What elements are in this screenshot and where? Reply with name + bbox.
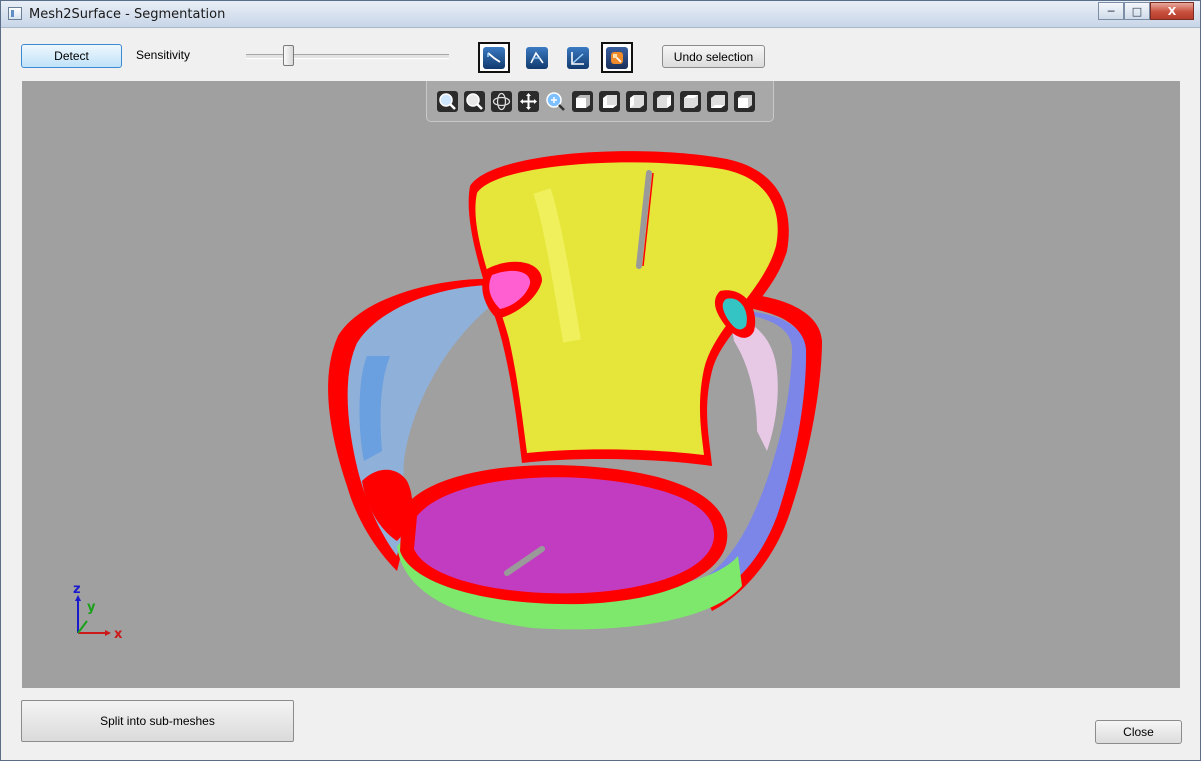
zoom-icon	[545, 90, 566, 112]
view-iso-button[interactable]	[732, 89, 757, 114]
view-top-icon	[680, 90, 701, 112]
select-edge-icon	[526, 46, 548, 69]
mesh-model	[328, 151, 822, 630]
zoom-window-icon	[464, 90, 485, 112]
segmentation-window: Mesh2Surface - Segmentation ─ □ X Detect…	[0, 0, 1201, 761]
zoom-window-button[interactable]	[462, 89, 487, 114]
sensitivity-slider-track[interactable]	[246, 54, 449, 59]
view-front-icon	[572, 90, 593, 112]
fill-region-button[interactable]	[601, 42, 633, 73]
pan-button[interactable]	[516, 89, 541, 114]
select-region-button[interactable]	[478, 42, 510, 73]
view-left-icon	[626, 90, 647, 112]
window-title: Mesh2Surface - Segmentation	[29, 7, 226, 22]
view-back-button[interactable]	[597, 89, 622, 114]
app-icon	[8, 7, 22, 20]
view-bottom-icon	[707, 90, 728, 112]
zoom-button[interactable]	[543, 89, 568, 114]
split-into-submeshes-button[interactable]: Split into sub-meshes	[21, 700, 294, 742]
select-edge-button[interactable]	[521, 42, 553, 73]
view-toolbar	[426, 81, 774, 122]
maximize-button[interactable]: □	[1124, 2, 1150, 20]
view-left-button[interactable]	[624, 89, 649, 114]
select-angle-icon	[567, 46, 589, 69]
view-bottom-button[interactable]	[705, 89, 730, 114]
view-back-icon	[599, 90, 620, 112]
window-controls: ─ □ X	[1098, 2, 1194, 21]
fill-region-icon	[606, 46, 628, 69]
view-iso-icon	[734, 90, 755, 112]
sensitivity-slider-thumb[interactable]	[283, 45, 294, 66]
rotate-icon	[491, 90, 512, 112]
title-bar[interactable]: Mesh2Surface - Segmentation ─ □ X	[1, 1, 1200, 28]
close-window-button[interactable]: X	[1150, 2, 1194, 20]
view-right-button[interactable]	[651, 89, 676, 114]
select-region-icon	[483, 46, 505, 69]
axis-triad: z y x	[71, 582, 131, 645]
sensitivity-label: Sensitivity	[136, 48, 191, 62]
view-top-button[interactable]	[678, 89, 703, 114]
rotate-button[interactable]	[489, 89, 514, 114]
detect-button[interactable]: Detect	[21, 44, 122, 68]
select-angle-button[interactable]	[562, 42, 594, 73]
zoom-fit-icon	[437, 90, 458, 112]
axis-x-label: x	[114, 627, 123, 642]
axis-y-label: y	[87, 600, 96, 615]
undo-selection-button[interactable]: Undo selection	[662, 45, 765, 68]
pan-icon	[518, 90, 539, 112]
zoom-fit-button[interactable]	[435, 89, 460, 114]
axis-z-label: z	[73, 582, 81, 597]
view-front-button[interactable]	[570, 89, 595, 114]
close-button[interactable]: Close	[1095, 720, 1182, 744]
3d-viewport[interactable]: z y x	[22, 81, 1180, 688]
view-right-icon	[653, 90, 674, 112]
minimize-button[interactable]: ─	[1098, 2, 1124, 20]
